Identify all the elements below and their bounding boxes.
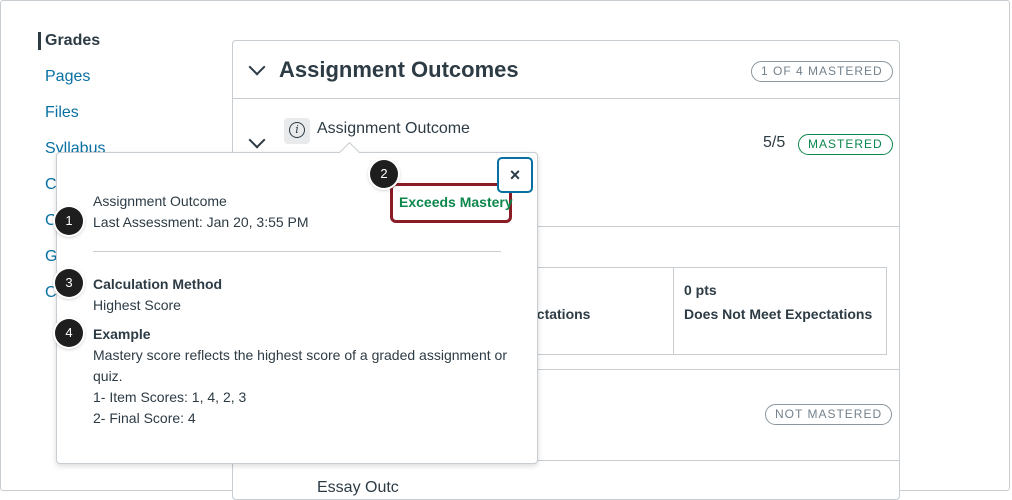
outcome-name: Assignment Outcome bbox=[317, 120, 470, 137]
mastery-label: Exceeds Mastery bbox=[399, 194, 513, 210]
close-button[interactable]: × bbox=[497, 157, 533, 193]
nav-item-partial-2[interactable]: C bbox=[38, 212, 57, 230]
divider bbox=[93, 251, 501, 252]
nav-item-grades[interactable]: Grades bbox=[38, 32, 100, 50]
info-icon: i bbox=[289, 122, 305, 138]
callout-1: 1 bbox=[55, 207, 83, 235]
example-text: 2- Final Score: 4 bbox=[93, 410, 196, 426]
mastered-count-badge: 1 OF 4 MASTERED bbox=[751, 61, 893, 82]
panel-header[interactable]: Assignment Outcomes 1 OF 4 MASTERED bbox=[233, 41, 899, 99]
nav-item-pages[interactable]: Pages bbox=[38, 68, 90, 86]
example-text: Mastery score reflects the highest score… bbox=[93, 347, 507, 363]
rubric-cell: 0 pts Does Not Meet Expectations bbox=[673, 268, 887, 354]
nav-item-partial-1[interactable]: C bbox=[38, 176, 57, 194]
info-icon-button[interactable]: i bbox=[284, 118, 310, 144]
mastery-highlight: Exceeds Mastery bbox=[390, 183, 513, 223]
example-heading: Example bbox=[93, 326, 151, 342]
outcome-score: 5/5 bbox=[763, 134, 786, 151]
close-icon: × bbox=[509, 165, 521, 185]
nav-item-partial-3[interactable]: G bbox=[38, 248, 57, 266]
last-assessment: Last Assessment: Jan 20, 3:55 PM bbox=[93, 214, 309, 230]
callout-2: 2 bbox=[370, 160, 398, 188]
panel-title: Assignment Outcomes bbox=[279, 57, 519, 82]
chevron-down-icon[interactable] bbox=[248, 58, 266, 76]
outcome-name: Essay Outc bbox=[317, 479, 399, 496]
callout-4: 4 bbox=[55, 319, 83, 347]
nav-item-partial-4[interactable]: C bbox=[38, 284, 57, 302]
example-text: quiz. bbox=[93, 368, 123, 384]
rubric-description: ectations bbox=[529, 306, 591, 322]
calculation-method-heading: Calculation Method bbox=[93, 276, 223, 292]
popover-outcome-name: Assignment Outcome bbox=[93, 193, 227, 209]
nav-item-files[interactable]: Files bbox=[38, 104, 79, 122]
mastered-badge: MASTERED bbox=[798, 134, 893, 155]
chevron-down-icon[interactable] bbox=[248, 131, 266, 149]
callout-3: 3 bbox=[55, 269, 83, 297]
not-mastered-badge: NOT MASTERED bbox=[765, 404, 893, 425]
example-text: 1- Item Scores: 1, 4, 2, 3 bbox=[93, 389, 247, 405]
calculation-method-value: Highest Score bbox=[93, 297, 181, 313]
rubric-points: 0 pts bbox=[684, 282, 717, 298]
rubric-description: Does Not Meet Expectations bbox=[684, 306, 873, 322]
outcome-details-popover: Assignment Outcome Last Assessment: Jan … bbox=[56, 141, 538, 464]
